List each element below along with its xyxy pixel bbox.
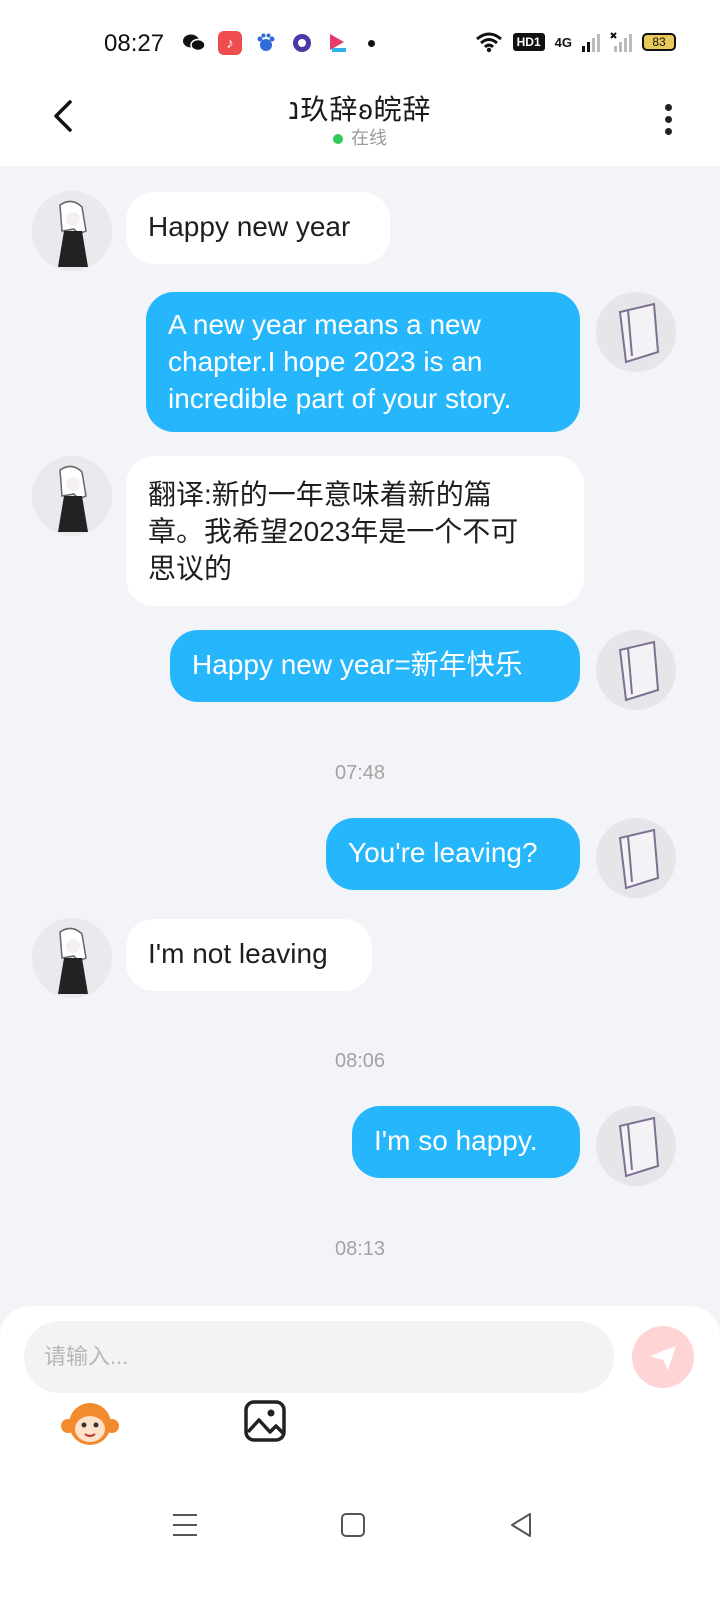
online-status-label: 在线 xyxy=(351,128,387,148)
message-bubble-outgoing[interactable]: You're leaving? xyxy=(326,818,580,890)
message-bubble-incoming[interactable]: I'm not leaving xyxy=(126,919,372,991)
back-nav-button[interactable] xyxy=(508,1512,534,1538)
video-app-icon xyxy=(326,31,350,55)
image-button[interactable] xyxy=(242,1398,288,1444)
timestamp: 08:06 xyxy=(334,1050,386,1072)
timestamp: 07:48 xyxy=(334,762,386,784)
message-line: 翻译:新的一年意味着新的篇 xyxy=(148,479,492,510)
monkey-emoji-icon xyxy=(61,1403,119,1445)
music-icon: ♪ xyxy=(218,31,242,55)
user-avatar[interactable] xyxy=(596,630,676,710)
message-bubble-incoming[interactable]: 翻译:新的一年意味着新的篇 章。我希望2023年是一个不可 思议的 xyxy=(126,456,584,606)
message-text: You're leaving? xyxy=(348,837,538,868)
browser-icon xyxy=(290,31,314,55)
image-icon xyxy=(244,1400,286,1442)
timestamp: 08:13 xyxy=(334,1238,386,1260)
message-bubble-outgoing[interactable]: A new year means a new chapter.I hope 20… xyxy=(146,292,580,432)
contact-avatar[interactable] xyxy=(32,191,112,271)
message-bubble-outgoing[interactable]: I'm so happy. xyxy=(352,1106,580,1178)
message-line: 思议的 xyxy=(148,553,233,584)
message-line: A new year means a new xyxy=(168,309,481,340)
message-list[interactable]: Happy new year A new year means a new ch… xyxy=(0,166,720,1306)
message-text: Happy new year xyxy=(148,211,351,242)
wechat-icon xyxy=(182,31,206,55)
battery-level: 83 xyxy=(652,35,666,49)
message-bubble-outgoing[interactable]: Happy new year=新年快乐 xyxy=(170,630,580,702)
network-type: 4G xyxy=(554,34,572,50)
message-text: I'm not leaving xyxy=(148,938,328,969)
signal-no-sim-icon xyxy=(610,32,632,52)
user-avatar[interactable] xyxy=(596,292,676,372)
online-dot xyxy=(333,134,343,145)
sticker-button[interactable] xyxy=(60,1398,120,1448)
more-options-button[interactable] xyxy=(656,100,680,140)
message-text: I'm so happy. xyxy=(374,1125,538,1156)
message-bubble-incoming[interactable]: Happy new year xyxy=(126,192,390,264)
battery-icon: 83 xyxy=(642,33,676,51)
status-bar: 08:27 ♪ HD1 4G 83 xyxy=(0,0,720,80)
user-avatar[interactable] xyxy=(596,1106,676,1186)
send-button[interactable] xyxy=(632,1326,694,1388)
notification-icons: ♪ xyxy=(182,31,375,55)
home-nav-button[interactable] xyxy=(340,1512,366,1538)
system-nav-bar xyxy=(0,1500,720,1600)
status-time: 08:27 xyxy=(104,30,165,57)
contact-avatar[interactable] xyxy=(32,918,112,998)
message-line: chapter.I hope 2023 is an xyxy=(168,346,483,377)
message-input-placeholder: 请输入... xyxy=(44,1344,129,1369)
chat-header: נ玖辞ʚ皖辞 在线 xyxy=(0,80,720,166)
user-avatar[interactable] xyxy=(596,818,676,898)
message-text: Happy new year=新年快乐 xyxy=(192,649,523,680)
system-indicators: HD1 4G 83 xyxy=(475,31,676,53)
wifi-icon xyxy=(475,32,502,53)
message-line: 章。我希望2023年是一个不可 xyxy=(148,516,519,547)
message-line: incredible part of your story. xyxy=(168,383,512,414)
send-icon xyxy=(650,1346,676,1370)
message-input[interactable]: 请输入... xyxy=(24,1321,614,1393)
contact-avatar[interactable] xyxy=(32,456,112,536)
more-notifications-dot xyxy=(368,39,375,47)
contact-name: נ玖辞ʚ皖辞 xyxy=(288,94,432,125)
baidu-icon xyxy=(254,31,278,55)
signal-icon xyxy=(582,34,600,52)
hd-badge: HD1 xyxy=(512,33,545,51)
menu-nav-button[interactable] xyxy=(172,1512,198,1538)
online-status: 在线 xyxy=(0,124,720,150)
